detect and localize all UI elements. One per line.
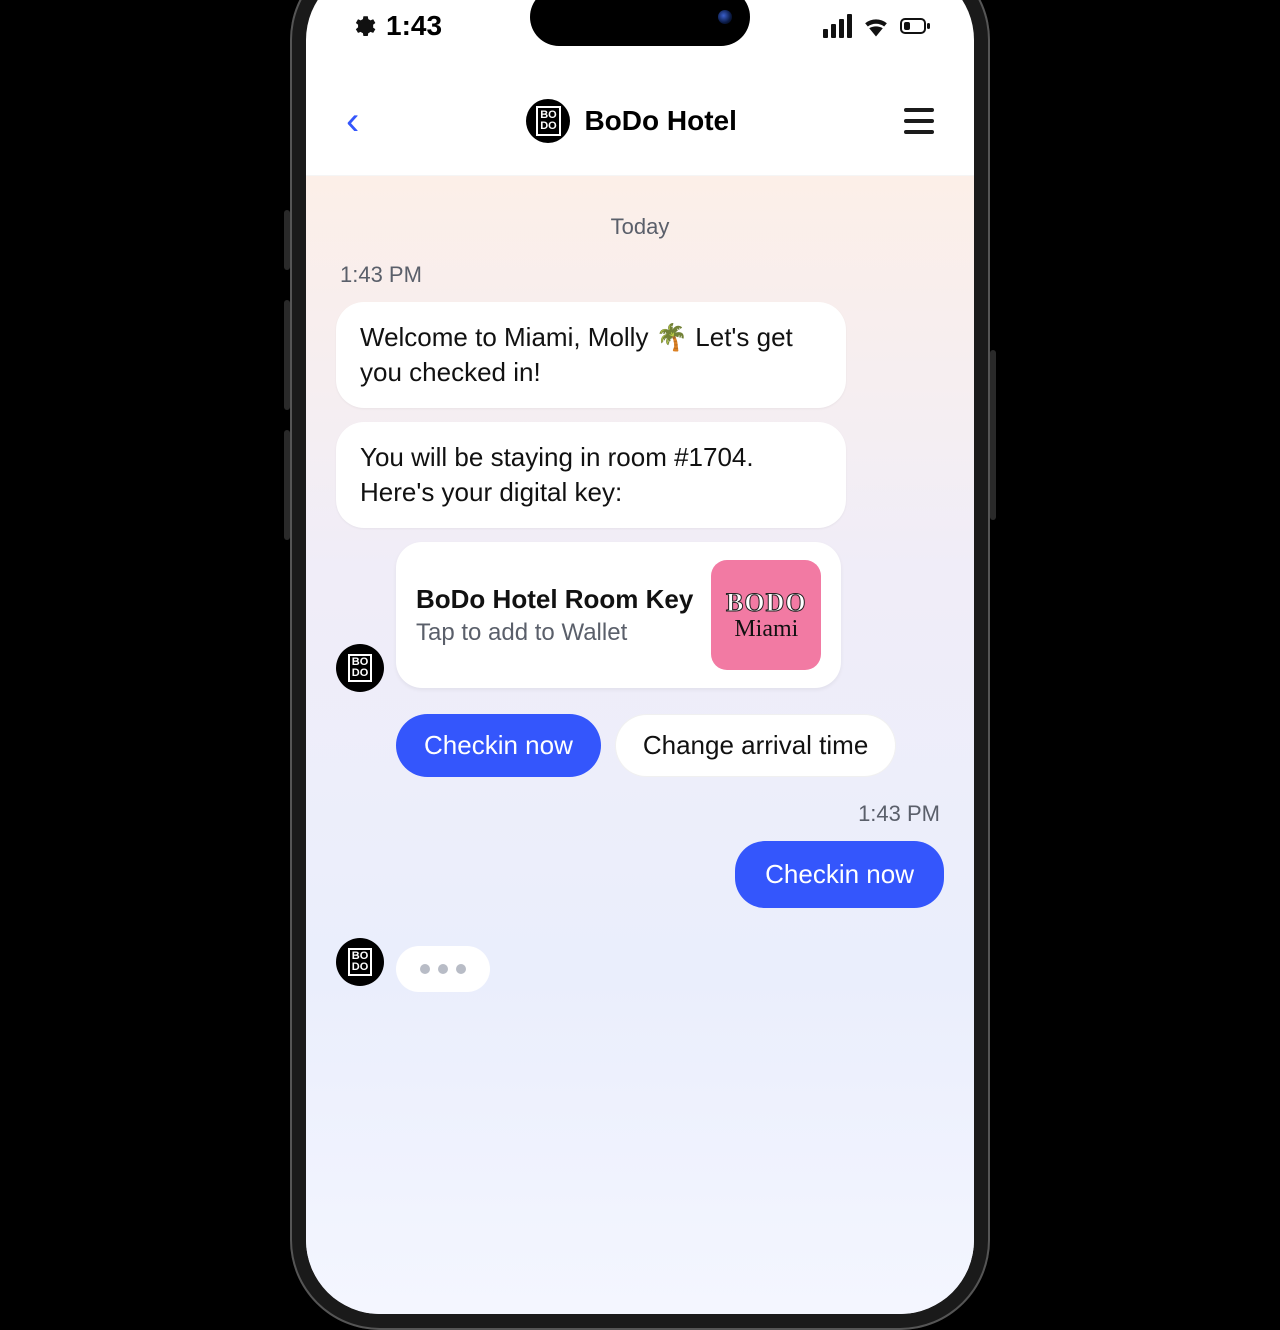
- change-arrival-button[interactable]: Change arrival time: [615, 714, 896, 777]
- hotel-logo-icon: BODO: [526, 99, 570, 143]
- incoming-message: You will be staying in room #1704. Here'…: [336, 422, 846, 528]
- checkin-now-button[interactable]: Checkin now: [396, 714, 601, 777]
- phone-frame: 1:43 ‹ BODO BoDo Hotel Today 1:43 PM Wel…: [290, 0, 990, 1330]
- room-key-thumbnail: BODO Miami: [711, 560, 821, 670]
- dynamic-island: [530, 0, 750, 46]
- screen: 1:43 ‹ BODO BoDo Hotel Today 1:43 PM Wel…: [306, 0, 974, 1314]
- day-separator: Today: [336, 214, 944, 240]
- typing-indicator: [396, 946, 490, 992]
- quick-reply-row: Checkin now Change arrival time: [396, 714, 944, 777]
- nav-title: BoDo Hotel: [584, 105, 736, 137]
- wifi-icon: [862, 15, 890, 37]
- menu-button[interactable]: [904, 108, 934, 134]
- message-timestamp: 1:43 PM: [340, 262, 944, 288]
- volume-up-button: [284, 300, 290, 410]
- sender-avatar: BODO: [336, 938, 384, 986]
- cellular-signal-icon: [823, 14, 852, 38]
- status-time: 1:43: [386, 10, 442, 42]
- incoming-message: Welcome to Miami, Molly 🌴 Let's get you …: [336, 302, 846, 408]
- outgoing-message: Checkin now: [735, 841, 944, 908]
- card-title: BoDo Hotel Room Key: [416, 584, 693, 615]
- room-key-card[interactable]: BoDo Hotel Room Key Tap to add to Wallet…: [396, 542, 841, 688]
- key-location-label: Miami: [734, 616, 798, 643]
- power-button: [990, 350, 996, 520]
- card-subtitle: Tap to add to Wallet: [416, 619, 693, 647]
- settings-gear-icon: [350, 13, 376, 39]
- mute-switch: [284, 210, 290, 270]
- volume-down-button: [284, 430, 290, 540]
- battery-icon: [900, 17, 930, 35]
- nav-bar: ‹ BODO BoDo Hotel: [306, 66, 974, 176]
- key-brand-label: BODO: [726, 588, 807, 618]
- camera-icon: [718, 10, 732, 24]
- message-timestamp: 1:43 PM: [340, 801, 940, 827]
- sender-avatar: BODO: [336, 644, 384, 692]
- back-button[interactable]: ‹: [346, 101, 359, 141]
- chat-area[interactable]: Today 1:43 PM Welcome to Miami, Molly 🌴 …: [306, 176, 974, 1314]
